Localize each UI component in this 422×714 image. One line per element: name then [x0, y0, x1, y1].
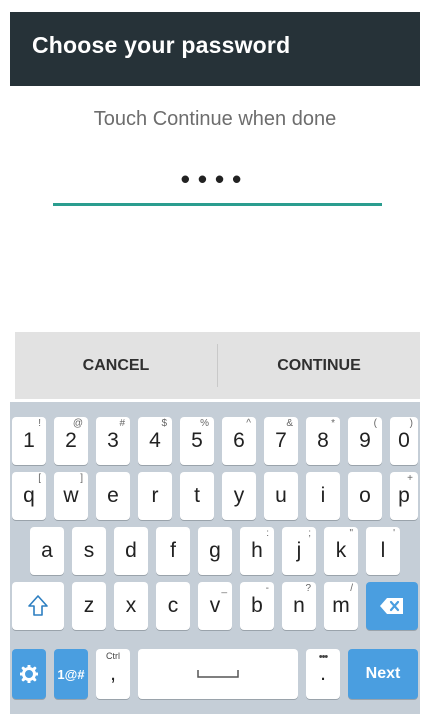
key-s[interactable]: s [72, 527, 106, 575]
backspace-icon [380, 598, 403, 614]
key-w[interactable]: ] w [54, 472, 88, 520]
cancel-button[interactable]: CANCEL [15, 332, 217, 399]
key-l[interactable]: ' l [366, 527, 400, 575]
key-r[interactable]: r [138, 472, 172, 520]
key-0[interactable]: ) 0 [390, 417, 418, 465]
password-field-underline [53, 203, 382, 206]
key-u[interactable]: u [264, 472, 298, 520]
continue-button[interactable]: CONTINUE [218, 332, 420, 399]
settings-key[interactable] [12, 649, 46, 699]
next-key[interactable]: Next [348, 649, 418, 699]
screen: Choose your password Touch Continue when… [10, 12, 420, 714]
period-key[interactable]: ••• . [306, 649, 340, 699]
key-x[interactable]: x [114, 582, 148, 630]
gear-icon [20, 665, 38, 683]
key-g[interactable]: g [198, 527, 232, 575]
key-d[interactable]: d [114, 527, 148, 575]
key-q[interactable]: [q [12, 472, 46, 520]
key-9[interactable]: (9 [348, 417, 382, 465]
password-field[interactable]: •••• [10, 164, 420, 195]
key-4[interactable]: $4 [138, 417, 172, 465]
key-n[interactable]: ? n [282, 582, 316, 630]
key-2[interactable]: @2 [54, 417, 88, 465]
page-title: Choose your password [32, 32, 291, 58]
key-k[interactable]: " k [324, 527, 358, 575]
key-j[interactable]: ; j [282, 527, 316, 575]
key-t[interactable]: t [180, 472, 214, 520]
backspace-key[interactable] [366, 582, 418, 630]
key-y[interactable]: y [222, 472, 256, 520]
space-icon [197, 670, 239, 678]
space-key[interactable] [138, 649, 298, 699]
key-e[interactable]: e [96, 472, 130, 520]
shift-key[interactable] [12, 582, 64, 630]
key-h[interactable]: :h [240, 527, 274, 575]
key-1[interactable]: ! 1 [12, 417, 46, 465]
soft-keyboard: ! 1 @2 #3 $4 % 5 ^ 6 & 7 * 8 (9 ) 0 [q ] w e r … [10, 402, 420, 714]
shift-icon [28, 595, 48, 616]
key-5[interactable]: % 5 [180, 417, 214, 465]
key-a[interactable]: a [30, 527, 64, 575]
key-6[interactable]: ^ 6 [222, 417, 256, 465]
key-v[interactable]: _ v [198, 582, 232, 630]
key-i[interactable]: i [306, 472, 340, 520]
app-header: Choose your password [10, 12, 420, 86]
key-o[interactable]: o [348, 472, 382, 520]
key-8[interactable]: * 8 [306, 417, 340, 465]
symbols-key[interactable]: 1@# [54, 649, 88, 699]
key-z[interactable]: z [72, 582, 106, 630]
key-b[interactable]: -b [240, 582, 274, 630]
key-m[interactable]: / m [324, 582, 358, 630]
key-f[interactable]: f [156, 527, 190, 575]
key-7[interactable]: & 7 [264, 417, 298, 465]
comma-key[interactable]: Ctrl , [96, 649, 130, 699]
key-p[interactable]: + p [390, 472, 418, 520]
instruction-text: Touch Continue when done [93, 108, 337, 130]
key-c[interactable]: c [156, 582, 190, 630]
button-bar: CANCEL CONTINUE [15, 332, 420, 399]
key-3[interactable]: #3 [96, 417, 130, 465]
